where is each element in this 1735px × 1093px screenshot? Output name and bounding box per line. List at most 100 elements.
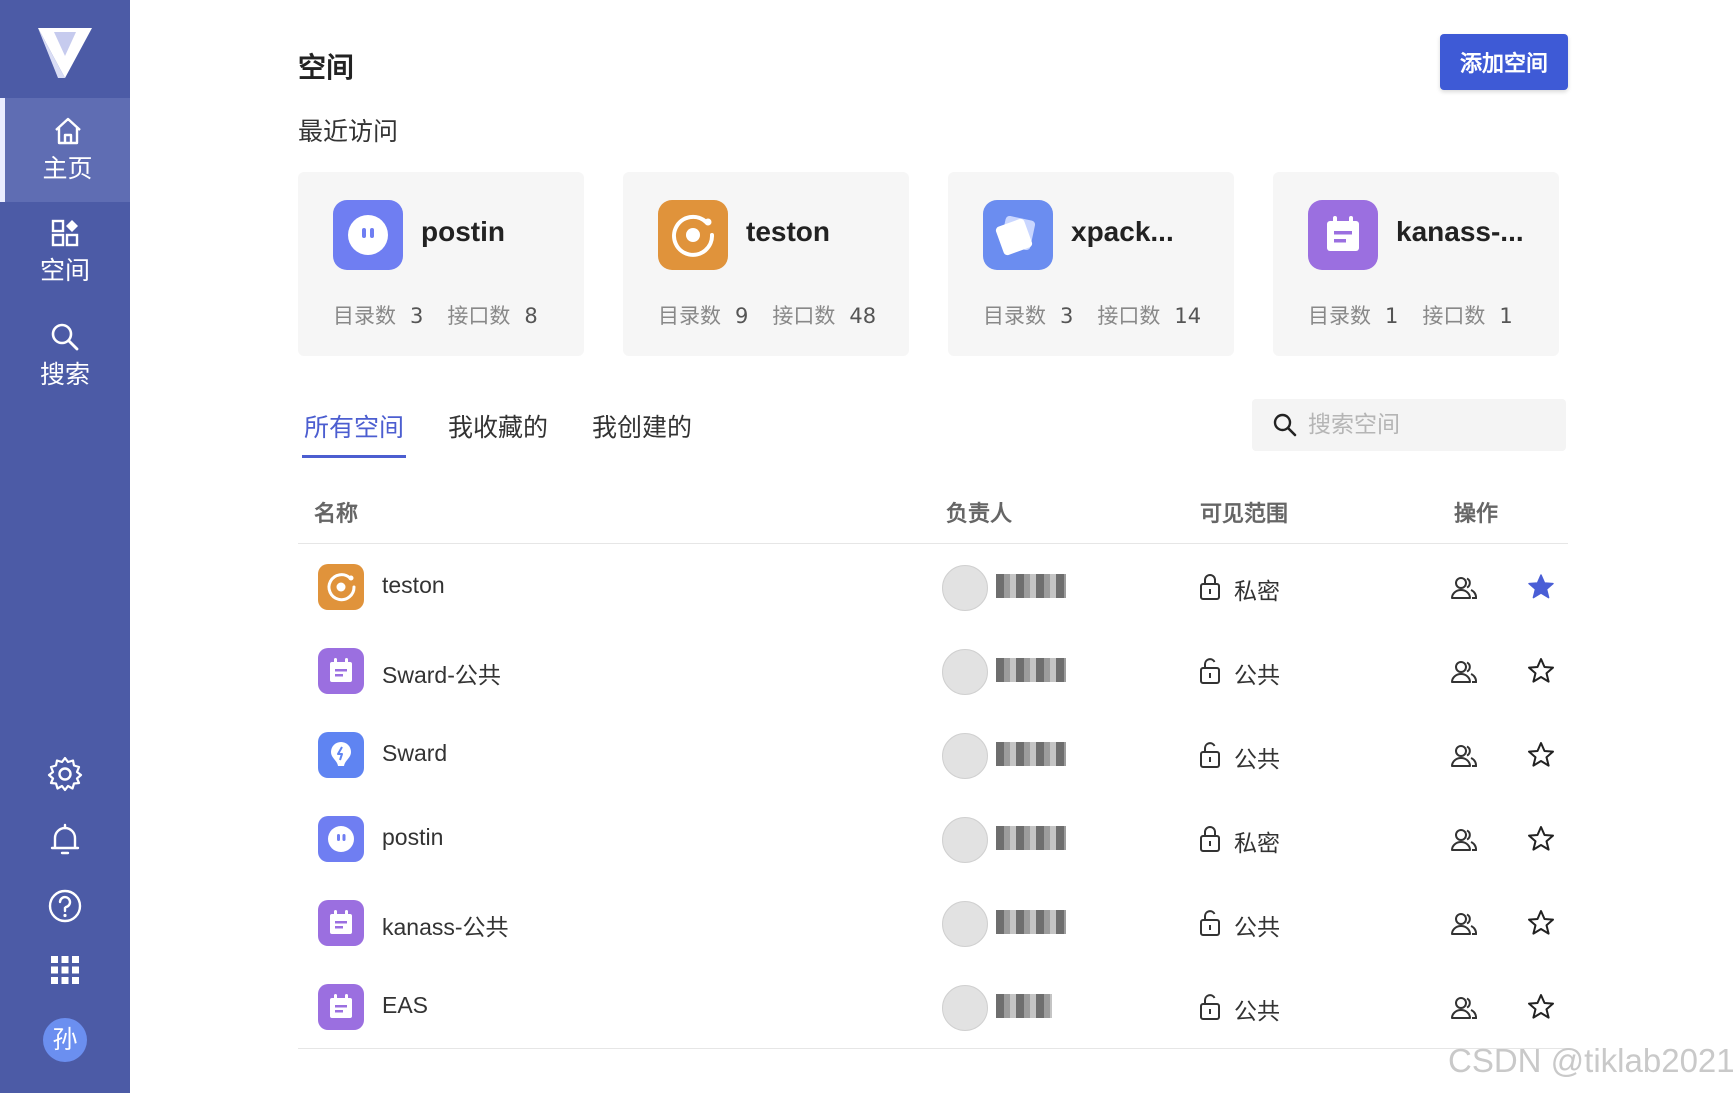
grid-icon — [51, 219, 79, 247]
owner-avatar — [942, 817, 988, 863]
tab-favorites[interactable]: 我收藏的 — [448, 408, 548, 444]
owner-name-blurred — [996, 742, 1066, 766]
owner-name-blurred — [996, 994, 1052, 1018]
star-filled-icon[interactable] — [1526, 572, 1556, 602]
card-stats: 目录数 3 接口数 8 — [333, 304, 538, 328]
table-row[interactable]: Sward 公共 — [298, 714, 1568, 798]
owner-name-blurred — [996, 574, 1066, 598]
chat-icon — [318, 816, 364, 862]
table-row[interactable]: postin 私密 — [298, 798, 1568, 882]
sidebar-item-search[interactable]: 搜索 — [0, 304, 130, 408]
visibility-label: 公共 — [1234, 915, 1280, 941]
visibility-label: 私密 — [1234, 831, 1280, 857]
space-name[interactable]: kanass-公共 — [382, 908, 509, 942]
chat-icon — [333, 200, 403, 270]
calendar-icon — [318, 900, 364, 946]
add-space-button[interactable]: 添加空间 — [1440, 34, 1568, 90]
recent-card-kanass[interactable]: kanass-... 目录数 1 接口数 1 — [1273, 172, 1559, 356]
tab-created[interactable]: 我创建的 — [592, 408, 692, 444]
bulb-icon — [318, 732, 364, 778]
settings-icon[interactable] — [45, 754, 85, 794]
card-name: teston — [746, 216, 830, 247]
active-tab-indicator — [302, 455, 406, 458]
visibility-label: 公共 — [1234, 999, 1280, 1025]
search-box[interactable] — [1252, 399, 1566, 451]
table-row[interactable]: EAS 公共 — [298, 966, 1568, 1050]
card-stats: 目录数 1 接口数 1 — [1308, 304, 1513, 328]
members-icon[interactable] — [1450, 658, 1478, 686]
table-bottom-divider — [298, 1048, 1568, 1049]
owner-name-blurred — [996, 910, 1066, 934]
recent-card-postin[interactable]: postin 目录数 3 接口数 8 — [298, 172, 584, 356]
space-name[interactable]: teston — [382, 572, 445, 599]
search-icon — [51, 323, 79, 351]
owner-avatar — [942, 649, 988, 695]
space-name[interactable]: Sward — [382, 740, 447, 767]
visibility-label: 私密 — [1234, 579, 1280, 605]
search-icon — [1273, 413, 1297, 437]
unlock-icon — [1200, 994, 1220, 1020]
space-name[interactable]: Sward-公共 — [382, 656, 501, 690]
sidebar-item-home[interactable]: 主页 — [0, 98, 130, 202]
lock-icon — [1200, 826, 1220, 852]
user-avatar[interactable]: 孙 — [43, 1018, 87, 1062]
owner-avatar — [942, 901, 988, 947]
tab-all-spaces[interactable]: 所有空间 — [304, 408, 404, 444]
members-icon[interactable] — [1450, 742, 1478, 770]
star-outline-icon[interactable] — [1526, 740, 1556, 770]
visibility-label: 公共 — [1234, 747, 1280, 773]
star-outline-icon[interactable] — [1526, 992, 1556, 1022]
card-name: postin — [421, 216, 505, 247]
recent-card-teston[interactable]: teston 目录数 9 接口数 48 — [623, 172, 909, 356]
members-icon[interactable] — [1450, 574, 1478, 602]
card-name: kanass-... — [1396, 216, 1524, 247]
owner-name-blurred — [996, 658, 1066, 682]
lock-icon — [1200, 574, 1220, 600]
star-outline-icon[interactable] — [1526, 824, 1556, 854]
recent-card-xpack[interactable]: xpack... 目录数 3 接口数 14 — [948, 172, 1234, 356]
owner-name-blurred — [996, 826, 1066, 850]
space-name[interactable]: EAS — [382, 992, 428, 1019]
column-header-name: 名称 — [314, 502, 359, 527]
sidebar-item-label: 空间 — [39, 256, 90, 285]
card-name: xpack... — [1071, 216, 1174, 247]
owner-avatar — [942, 565, 988, 611]
page-title: 空间 — [298, 51, 355, 84]
search-input[interactable] — [1306, 407, 1550, 443]
owner-avatar — [942, 985, 988, 1031]
column-header-visibility: 可见范围 — [1200, 502, 1289, 527]
bell-icon[interactable] — [45, 820, 85, 860]
card-stats: 目录数 9 接口数 48 — [658, 304, 877, 328]
star-outline-icon[interactable] — [1526, 908, 1556, 938]
table-row[interactable]: teston 私密 — [298, 546, 1568, 630]
sidebar-item-spaces[interactable]: 空间 — [0, 200, 130, 304]
card-stats: 目录数 3 接口数 14 — [983, 304, 1202, 328]
table-row[interactable]: kanass-公共 公共 — [298, 882, 1568, 966]
calendar-icon — [1308, 200, 1378, 270]
recent-section-title: 最近访问 — [298, 117, 399, 146]
owner-avatar — [942, 733, 988, 779]
members-icon[interactable] — [1450, 910, 1478, 938]
members-icon[interactable] — [1450, 826, 1478, 854]
unlock-icon — [1200, 910, 1220, 936]
table-row[interactable]: Sward-公共 公共 — [298, 630, 1568, 714]
sidebar-item-label: 主页 — [42, 154, 93, 183]
target-icon — [658, 200, 728, 270]
column-header-actions: 操作 — [1454, 502, 1499, 527]
space-name[interactable]: postin — [382, 824, 443, 851]
star-outline-icon[interactable] — [1526, 656, 1556, 686]
help-icon[interactable] — [45, 886, 85, 926]
cards-icon — [983, 200, 1053, 270]
calendar-icon — [318, 984, 364, 1030]
sidebar: 主页 空间 搜索 孙 — [0, 0, 130, 1093]
column-header-owner: 负责人 — [946, 502, 1013, 527]
visibility-label: 公共 — [1234, 663, 1280, 689]
sidebar-item-label: 搜索 — [39, 360, 90, 389]
target-icon — [318, 564, 364, 610]
members-icon[interactable] — [1450, 994, 1478, 1022]
logo-icon[interactable] — [34, 22, 96, 82]
unlock-icon — [1200, 742, 1220, 768]
apps-icon[interactable] — [45, 950, 85, 990]
unlock-icon — [1200, 658, 1220, 684]
watermark: CSDN @tiklab2021 — [1448, 1042, 1735, 1079]
